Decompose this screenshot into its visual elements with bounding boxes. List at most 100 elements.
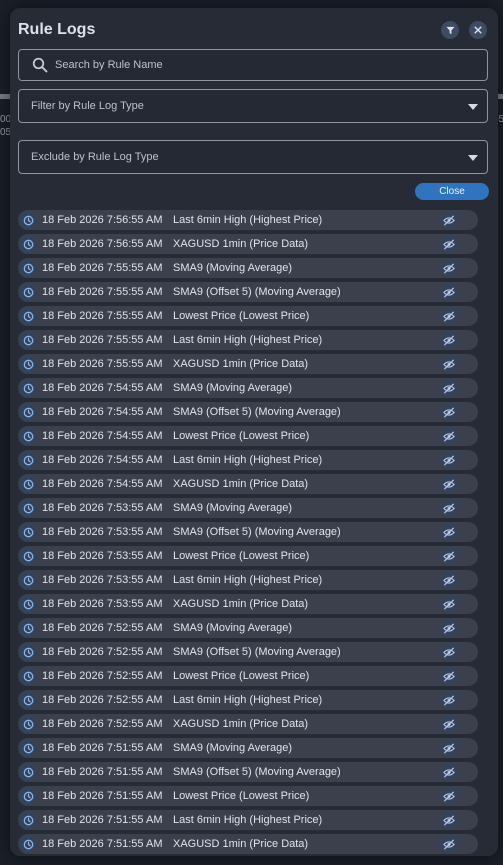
eye-slash-icon[interactable] bbox=[440, 523, 458, 541]
eye-slash-icon[interactable] bbox=[440, 235, 458, 253]
log-rule-name: XAGUSD 1min (Price Data) bbox=[173, 358, 309, 370]
log-timestamp: 18 Feb 2026 7:53:55 AM bbox=[42, 598, 163, 610]
clock-icon bbox=[19, 739, 37, 757]
log-row[interactable]: 18 Feb 2026 7:51:55 AM Last 6min High (Hi… bbox=[18, 810, 478, 830]
log-timestamp: 18 Feb 2026 7:53:55 AM bbox=[42, 550, 163, 562]
eye-slash-icon[interactable] bbox=[440, 307, 458, 325]
log-rule-name: XAGUSD 1min (Price Data) bbox=[173, 718, 309, 730]
log-row[interactable]: 18 Feb 2026 7:55:55 AM Last 6min High (Hi… bbox=[18, 330, 478, 350]
log-rule-name: Last 6min High (Highest Price) bbox=[173, 814, 323, 826]
eye-slash-icon[interactable] bbox=[440, 667, 458, 685]
log-rule-name: SMA9 (Offset 5) (Moving Average) bbox=[173, 646, 341, 658]
chevron-down-icon bbox=[468, 104, 478, 110]
eye-slash-icon[interactable] bbox=[440, 499, 458, 517]
log-timestamp: 18 Feb 2026 7:52:55 AM bbox=[42, 670, 163, 682]
log-timestamp: 18 Feb 2026 7:53:55 AM bbox=[42, 502, 163, 514]
log-timestamp: 18 Feb 2026 7:55:55 AM bbox=[42, 358, 163, 370]
eye-slash-icon[interactable] bbox=[440, 691, 458, 709]
close-button[interactable]: Close bbox=[415, 183, 489, 200]
log-timestamp: 18 Feb 2026 7:54:55 AM bbox=[42, 382, 163, 394]
eye-slash-icon[interactable] bbox=[440, 595, 458, 613]
clock-icon bbox=[19, 307, 37, 325]
log-row[interactable]: 18 Feb 2026 7:51:55 AM SMA9 (Offset 5) (M… bbox=[18, 762, 478, 782]
log-row[interactable]: 18 Feb 2026 7:53:55 AM XAGUSD 1min (Price… bbox=[18, 594, 478, 614]
log-row[interactable]: 18 Feb 2026 7:55:55 AM SMA9 (Offset 5) (M… bbox=[18, 282, 478, 302]
log-row[interactable]: 18 Feb 2026 7:53:55 AM SMA9 (Moving Avera… bbox=[18, 498, 478, 518]
clock-icon bbox=[19, 691, 37, 709]
log-row[interactable]: 18 Feb 2026 7:53:55 AM SMA9 (Offset 5) (M… bbox=[18, 522, 478, 542]
log-row[interactable]: 18 Feb 2026 7:54:55 AM SMA9 (Offset 5) (M… bbox=[18, 402, 478, 422]
eye-slash-icon[interactable] bbox=[440, 331, 458, 349]
eye-slash-icon[interactable] bbox=[440, 835, 458, 853]
eye-slash-icon[interactable] bbox=[440, 619, 458, 637]
log-row[interactable]: 18 Feb 2026 7:54:55 AM SMA9 (Moving Avera… bbox=[18, 378, 478, 398]
log-row[interactable]: 18 Feb 2026 7:54:55 AM Last 6min High (Hi… bbox=[18, 450, 478, 470]
log-row[interactable]: 18 Feb 2026 7:54:55 AM Lowest Price (Lowe… bbox=[18, 426, 478, 446]
eye-slash-icon[interactable] bbox=[440, 739, 458, 757]
eye-slash-icon[interactable] bbox=[440, 715, 458, 733]
chevron-down-icon bbox=[468, 155, 478, 161]
eye-slash-icon[interactable] bbox=[440, 451, 458, 469]
eye-slash-icon[interactable] bbox=[440, 643, 458, 661]
log-rule-name: Last 6min High (Highest Price) bbox=[173, 214, 323, 226]
log-timestamp: 18 Feb 2026 7:54:55 AM bbox=[42, 454, 163, 466]
exclude-log-type-select[interactable]: Exclude by Rule Log Type bbox=[18, 140, 488, 174]
log-rule-name: Last 6min High (Highest Price) bbox=[173, 334, 323, 346]
log-timestamp: 18 Feb 2026 7:54:55 AM bbox=[42, 406, 163, 418]
log-rule-name: SMA9 (Moving Average) bbox=[173, 382, 293, 394]
log-row[interactable]: 18 Feb 2026 7:56:55 AM XAGUSD 1min (Price… bbox=[18, 234, 478, 254]
eye-slash-icon[interactable] bbox=[440, 763, 458, 781]
filter-log-type-select[interactable]: Filter by Rule Log Type bbox=[18, 89, 488, 123]
eye-slash-icon[interactable] bbox=[440, 547, 458, 565]
eye-slash-icon[interactable] bbox=[440, 283, 458, 301]
rule-log-list[interactable]: 18 Feb 2026 7:56:55 AM Last 6min High (Hi… bbox=[18, 210, 478, 856]
clock-icon bbox=[19, 571, 37, 589]
log-row[interactable]: 18 Feb 2026 7:51:55 AM SMA9 (Moving Avera… bbox=[18, 738, 478, 758]
log-row[interactable]: 18 Feb 2026 7:54:55 AM XAGUSD 1min (Price… bbox=[18, 474, 478, 494]
eye-slash-icon[interactable] bbox=[440, 403, 458, 421]
log-timestamp: 18 Feb 2026 7:56:55 AM bbox=[42, 214, 163, 226]
clock-icon bbox=[19, 835, 37, 853]
log-rule-name: Lowest Price (Lowest Price) bbox=[173, 430, 310, 442]
log-timestamp: 18 Feb 2026 7:53:55 AM bbox=[42, 574, 163, 586]
log-row[interactable]: 18 Feb 2026 7:52:55 AM Last 6min High (Hi… bbox=[18, 690, 478, 710]
log-row[interactable]: 18 Feb 2026 7:55:55 AM Lowest Price (Lowe… bbox=[18, 306, 478, 326]
log-row[interactable]: 18 Feb 2026 7:52:55 AM Lowest Price (Lowe… bbox=[18, 666, 478, 686]
clock-icon bbox=[19, 403, 37, 421]
eye-slash-icon[interactable] bbox=[440, 211, 458, 229]
eye-slash-icon[interactable] bbox=[440, 475, 458, 493]
log-row[interactable]: 18 Feb 2026 7:55:55 AM XAGUSD 1min (Price… bbox=[18, 354, 478, 374]
eye-slash-icon[interactable] bbox=[440, 811, 458, 829]
eye-slash-icon[interactable] bbox=[440, 259, 458, 277]
search-input[interactable]: Search by Rule Name bbox=[18, 49, 488, 81]
filter-button[interactable] bbox=[441, 21, 459, 39]
clock-icon bbox=[19, 475, 37, 493]
log-rule-name: Last 6min High (Highest Price) bbox=[173, 454, 323, 466]
log-row[interactable]: 18 Feb 2026 7:51:55 AM Lowest Price (Lowe… bbox=[18, 786, 478, 806]
log-row[interactable]: 18 Feb 2026 7:56:55 AM Last 6min High (Hi… bbox=[18, 210, 478, 230]
clock-icon bbox=[19, 619, 37, 637]
log-timestamp: 18 Feb 2026 7:55:55 AM bbox=[42, 334, 163, 346]
log-rule-name: XAGUSD 1min (Price Data) bbox=[173, 598, 309, 610]
clock-icon bbox=[19, 643, 37, 661]
log-row[interactable]: 18 Feb 2026 7:53:55 AM Last 6min High (Hi… bbox=[18, 570, 478, 590]
log-timestamp: 18 Feb 2026 7:51:55 AM bbox=[42, 742, 163, 754]
log-row[interactable]: 18 Feb 2026 7:53:55 AM Lowest Price (Lowe… bbox=[18, 546, 478, 566]
log-timestamp: 18 Feb 2026 7:52:55 AM bbox=[42, 694, 163, 706]
clock-icon bbox=[19, 787, 37, 805]
log-row[interactable]: 18 Feb 2026 7:52:55 AM XAGUSD 1min (Price… bbox=[18, 714, 478, 734]
log-timestamp: 18 Feb 2026 7:54:55 AM bbox=[42, 478, 163, 490]
log-row[interactable]: 18 Feb 2026 7:51:55 AM XAGUSD 1min (Price… bbox=[18, 834, 478, 854]
eye-slash-icon[interactable] bbox=[440, 379, 458, 397]
log-row[interactable]: 18 Feb 2026 7:55:55 AM SMA9 (Moving Avera… bbox=[18, 258, 478, 278]
log-timestamp: 18 Feb 2026 7:55:55 AM bbox=[42, 310, 163, 322]
log-row[interactable]: 18 Feb 2026 7:52:55 AM SMA9 (Moving Avera… bbox=[18, 618, 478, 638]
eye-slash-icon[interactable] bbox=[440, 355, 458, 373]
close-dialog-button[interactable] bbox=[469, 21, 487, 39]
dialog-title: Rule Logs bbox=[18, 21, 96, 38]
log-row[interactable]: 18 Feb 2026 7:52:55 AM SMA9 (Offset 5) (M… bbox=[18, 642, 478, 662]
eye-slash-icon[interactable] bbox=[440, 427, 458, 445]
eye-slash-icon[interactable] bbox=[440, 571, 458, 589]
eye-slash-icon[interactable] bbox=[440, 787, 458, 805]
clock-icon bbox=[19, 715, 37, 733]
